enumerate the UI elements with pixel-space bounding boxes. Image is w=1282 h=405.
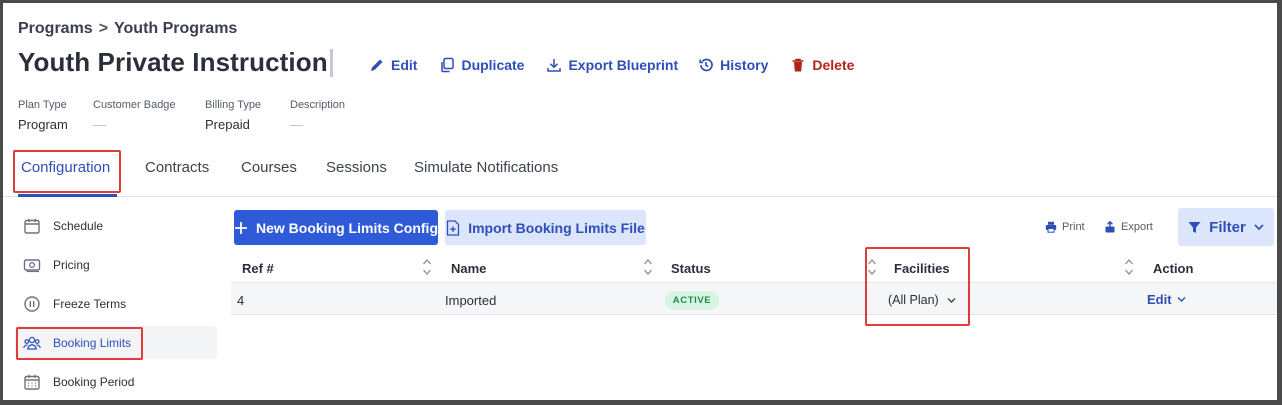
column-header-action: Action: [1153, 261, 1194, 276]
sidebar-item-label: Schedule: [53, 219, 104, 233]
column-header-ref[interactable]: Ref #: [242, 261, 274, 276]
import-booking-limits-file-button[interactable]: Import Booking Limits File: [445, 210, 646, 245]
page-title: Youth Private Instruction: [18, 47, 328, 77]
customer-badge-label: Customer Badge: [93, 99, 176, 111]
tab-sessions[interactable]: Sessions: [326, 159, 387, 176]
chevron-down-icon: [1177, 297, 1186, 302]
sidebar-item-freeze-terms[interactable]: Freeze Terms: [23, 295, 126, 313]
sidebar-item-label: Pricing: [53, 258, 90, 272]
copy-icon: [441, 57, 455, 73]
delete-label: Delete: [812, 57, 855, 73]
breadcrumb-separator: >: [98, 20, 109, 37]
cell-name: Imported: [445, 293, 497, 308]
facilities-value: (All Plan): [888, 293, 939, 307]
sidebar-item-label: Freeze Terms: [53, 297, 127, 311]
sidebar-item-label: Booking Limits: [53, 336, 132, 350]
chevron-down-icon: [947, 297, 956, 303]
export-label: Export: [1121, 221, 1153, 233]
breadcrumb: Programs > Youth Programs: [18, 20, 237, 38]
export-icon: [1105, 221, 1115, 233]
sidebar-item-schedule[interactable]: Schedule: [23, 217, 103, 235]
sidebar-item-booking-limits[interactable]: Booking Limits: [23, 334, 131, 352]
calendar-grid-icon: [24, 374, 40, 390]
file-plus-icon: [447, 219, 460, 236]
filter-label: Filter: [1209, 218, 1246, 236]
cell-ref: 4: [237, 293, 245, 308]
sort-icon[interactable]: [1124, 257, 1134, 277]
history-button[interactable]: History: [698, 57, 768, 73]
chevron-down-icon: [1254, 224, 1264, 231]
title-actions: Edit Duplicate Export Blueprint History …: [369, 57, 854, 73]
tab-contracts[interactable]: Contracts: [145, 159, 209, 176]
sidebar-item-label: Booking Period: [53, 375, 135, 389]
new-config-label: New Booking Limits Config: [256, 219, 438, 236]
edit-label: Edit: [391, 57, 418, 73]
users-icon: [23, 336, 41, 350]
facilities-dropdown[interactable]: (All Plan): [888, 293, 956, 307]
print-label: Print: [1062, 221, 1085, 233]
table-row[interactable]: [231, 282, 1277, 315]
description-label: Description: [290, 99, 346, 111]
plus-icon: [235, 221, 247, 234]
filter-icon: [1188, 221, 1201, 233]
column-header-status[interactable]: Status: [671, 261, 711, 276]
sort-icon[interactable]: [422, 257, 432, 277]
export-button[interactable]: Export: [1104, 221, 1153, 233]
active-tab-indicator: [18, 194, 117, 197]
export-blueprint-label: Export Blueprint: [568, 57, 679, 73]
description-value: —: [290, 117, 303, 132]
duplicate-label: Duplicate: [461, 57, 525, 73]
status-badge: ACTIVE: [665, 291, 719, 310]
import-file-label: Import Booking Limits File: [468, 219, 645, 236]
plan-type-value: Program: [18, 117, 68, 132]
sort-icon[interactable]: [643, 257, 653, 277]
tab-courses[interactable]: Courses: [241, 159, 297, 176]
title-divider: [330, 49, 333, 77]
pencil-icon: [371, 59, 383, 71]
column-header-name[interactable]: Name: [451, 261, 486, 276]
tab-simulate-notifications[interactable]: Simulate Notifications: [414, 159, 558, 176]
breadcrumb-parent[interactable]: Programs: [18, 20, 93, 38]
print-button[interactable]: Print: [1045, 221, 1085, 233]
download-icon: [547, 59, 562, 72]
sidebar-item-pricing[interactable]: Pricing: [23, 256, 90, 274]
tab-configuration[interactable]: Configuration: [21, 159, 110, 176]
history-label: History: [720, 57, 769, 73]
sort-icon[interactable]: [867, 257, 877, 277]
history-icon: [699, 58, 713, 72]
edit-button[interactable]: Edit: [369, 57, 417, 73]
duplicate-button[interactable]: Duplicate: [439, 57, 524, 73]
export-blueprint-button[interactable]: Export Blueprint: [546, 57, 678, 73]
row-edit-label: Edit: [1147, 292, 1172, 307]
customer-badge-value: —: [93, 117, 106, 132]
calendar-icon: [24, 218, 40, 234]
filter-button[interactable]: Filter: [1178, 208, 1274, 246]
trash-icon: [792, 58, 804, 72]
breadcrumb-current[interactable]: Youth Programs: [114, 20, 237, 38]
printer-icon: [1045, 221, 1057, 233]
sidebar-item-booking-period[interactable]: Booking Period: [23, 373, 134, 391]
plan-type-label: Plan Type: [18, 99, 67, 111]
money-icon: [23, 259, 41, 273]
new-booking-limits-config-button[interactable]: New Booking Limits Config: [234, 210, 438, 245]
billing-type-value: Prepaid: [205, 117, 250, 132]
delete-button[interactable]: Delete: [790, 57, 854, 73]
pause-circle-icon: [24, 296, 40, 312]
column-header-facilities[interactable]: Facilities: [894, 261, 950, 276]
row-edit-button[interactable]: Edit: [1147, 292, 1186, 307]
billing-type-label: Billing Type: [205, 99, 262, 111]
